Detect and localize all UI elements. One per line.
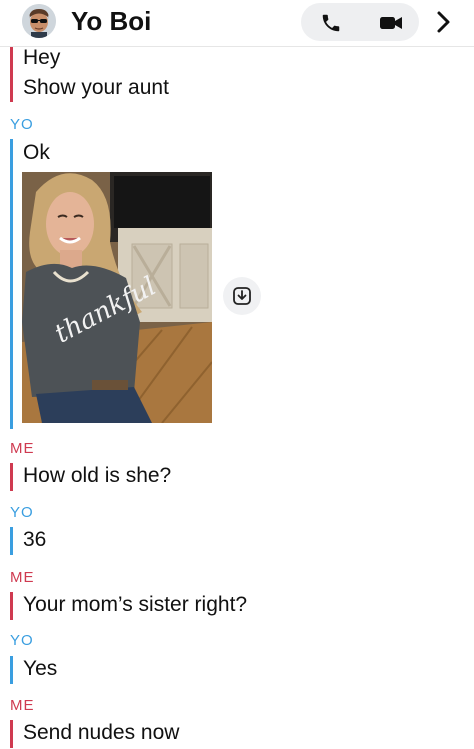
save-to-chat-icon — [233, 287, 251, 305]
sender-label-yo: YO — [10, 504, 34, 521]
message-text: Hey — [23, 46, 61, 69]
save-to-chat-button[interactable] — [223, 277, 261, 315]
chat-header: Yo Boi — [0, 0, 474, 47]
video-call-button[interactable] — [360, 3, 419, 41]
chat-title: Yo Boi — [71, 6, 152, 36]
sender-label-yo: YO — [10, 632, 34, 649]
chevron-right-icon — [437, 11, 450, 33]
sender-label-me: ME — [10, 569, 35, 586]
snap-photo[interactable]: thankful — [22, 172, 212, 423]
sender-bar-yo — [10, 139, 13, 429]
message-text: Show your aunt — [23, 76, 169, 99]
sender-bar-me — [10, 592, 13, 620]
message-text: Send nudes now — [23, 721, 180, 744]
message-text: How old is she? — [23, 464, 172, 487]
sender-bar-me — [10, 720, 13, 748]
video-camera-icon — [380, 17, 402, 29]
sender-bar-me — [10, 463, 13, 491]
phone-icon — [322, 14, 340, 32]
message-text: Yes — [23, 657, 58, 680]
sender-label-yo: YO — [10, 116, 34, 133]
call-button-group — [301, 3, 419, 41]
more-button[interactable] — [432, 7, 456, 37]
message-text: 36 — [23, 528, 47, 551]
message-text: Your mom’s sister right? — [23, 593, 248, 616]
message-text: Ok — [23, 141, 50, 164]
voice-call-button[interactable] — [301, 3, 360, 41]
sender-label-me: ME — [10, 440, 35, 457]
bitmoji-avatar[interactable] — [22, 4, 56, 38]
sender-label-me: ME — [10, 697, 35, 714]
sender-bar-yo — [10, 527, 13, 555]
sender-bar-yo — [10, 656, 13, 684]
sender-bar-me — [10, 46, 13, 102]
